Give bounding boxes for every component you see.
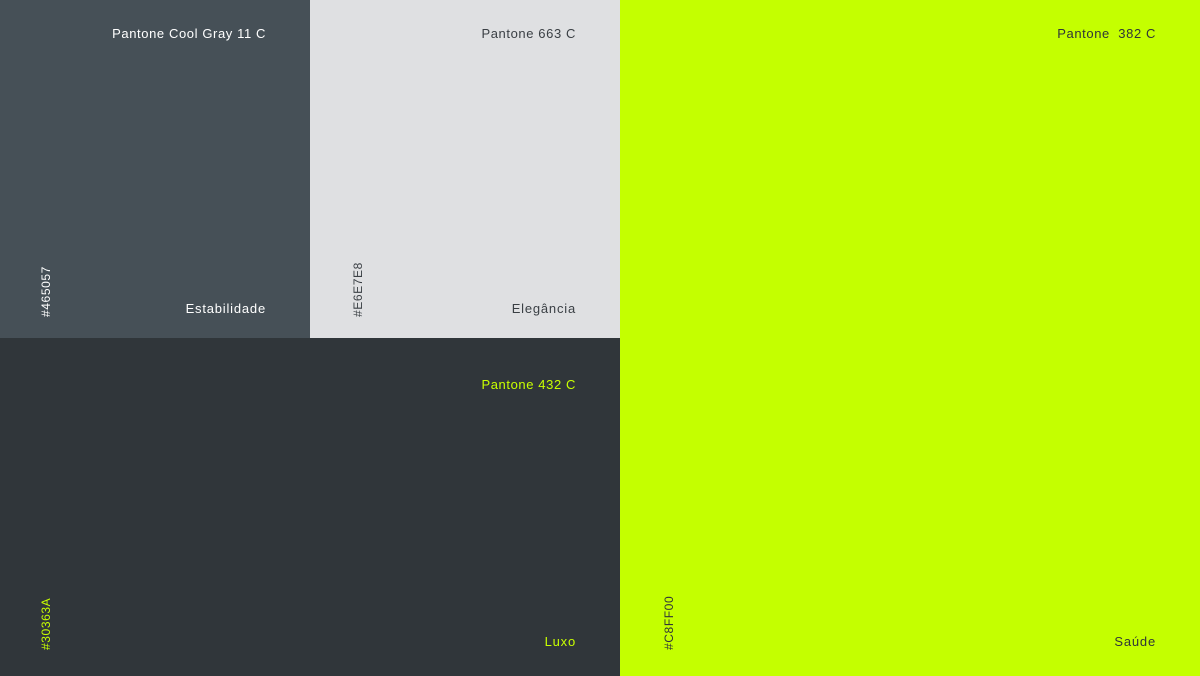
swatch-663: Pantone 663 C #E6E7E8 Elegância: [310, 0, 620, 338]
color-meaning: Saúde: [1114, 634, 1156, 649]
swatch-382: Pantone 382 C #C8FF00 Saúde: [620, 0, 1200, 676]
color-meaning: Elegância: [511, 301, 576, 316]
hex-code: #C8FF00: [662, 595, 676, 650]
pantone-label: Pantone Cool Gray 11 C: [112, 26, 266, 41]
swatch-432: Pantone 432 C #30363A Luxo: [0, 338, 620, 676]
pantone-label: Pantone 382 C: [1057, 26, 1156, 41]
swatch-cool-gray: Pantone Cool Gray 11 C #465057 Estabilid…: [0, 0, 310, 338]
pantone-label: Pantone 432 C: [481, 377, 576, 392]
color-palette: Pantone Cool Gray 11 C #465057 Estabilid…: [0, 0, 1200, 676]
hex-code: #E6E7E8: [351, 262, 365, 317]
hex-code: #465057: [39, 266, 53, 317]
hex-code: #30363A: [39, 597, 53, 650]
color-meaning: Luxo: [544, 634, 576, 649]
color-meaning: Estabilidade: [185, 301, 266, 316]
pantone-label: Pantone 663 C: [481, 26, 576, 41]
